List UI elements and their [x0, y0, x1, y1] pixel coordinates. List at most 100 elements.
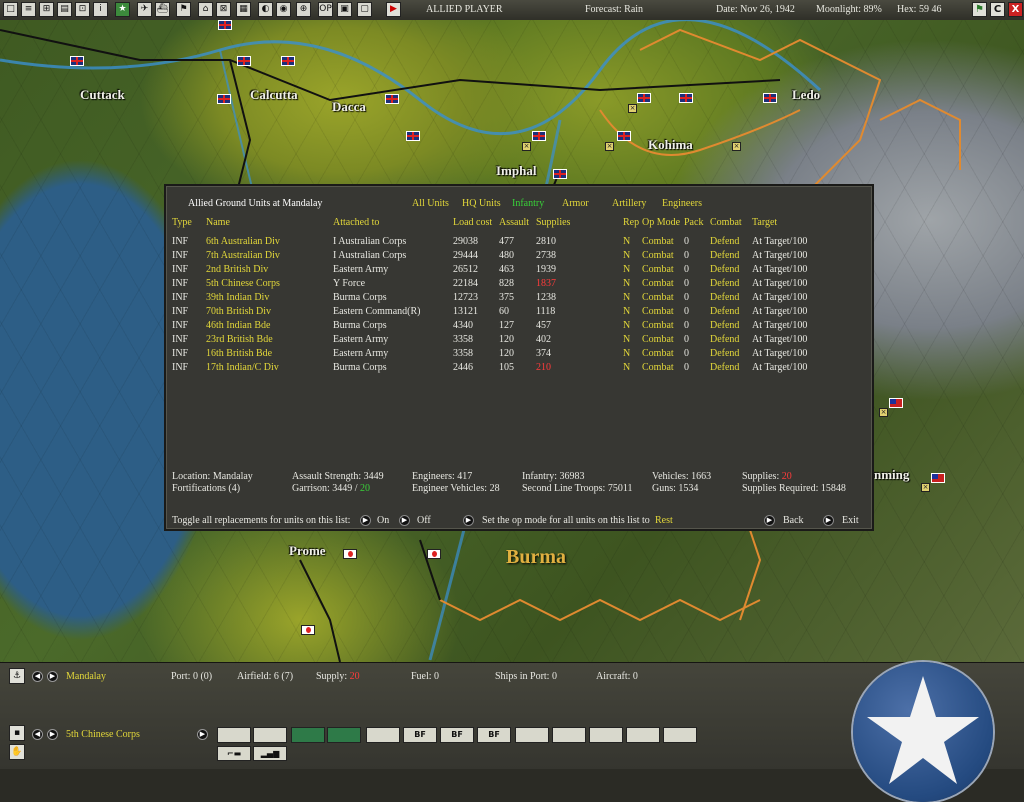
cell-op[interactable]: Combat: [642, 320, 674, 331]
table-row[interactable]: INF 16th British Bde Eastern Army 3358 120 37…: [166, 348, 872, 362]
uk-unit-icon[interactable]: [237, 56, 251, 66]
zoom-icon[interactable]: ⊕: [296, 2, 311, 17]
back-button[interactable]: Back: [783, 515, 804, 526]
cell-op[interactable]: Combat: [642, 348, 674, 359]
cell-combat[interactable]: Defend: [710, 236, 739, 247]
col-op-mode[interactable]: Op Mode: [642, 217, 680, 228]
unit-type-infantry-alt-button[interactable]: [327, 727, 361, 743]
window-icon[interactable]: ▢: [357, 2, 372, 17]
cell-op[interactable]: Combat: [642, 334, 674, 345]
cell-combat[interactable]: Defend: [710, 250, 739, 261]
table-row[interactable]: INF 5th Chinese Corps Y Force 22184 828 1837 N…: [166, 278, 872, 292]
chinese-unit-icon[interactable]: [889, 398, 903, 408]
unit-list-arrow-icon[interactable]: ▶: [197, 729, 208, 740]
japanese-unit-icon[interactable]: [301, 625, 315, 635]
base-marker-icon[interactable]: ×: [879, 408, 888, 417]
chinese-unit-icon[interactable]: [931, 473, 945, 483]
cell-name[interactable]: 6th Australian Div: [206, 236, 280, 247]
cell-combat[interactable]: Defend: [710, 278, 739, 289]
cell-combat[interactable]: Defend: [710, 264, 739, 275]
japanese-unit-icon[interactable]: [343, 549, 357, 559]
hand-icon[interactable]: ✋: [9, 744, 25, 760]
uk-unit-icon[interactable]: [217, 94, 231, 104]
map-toggle-icon[interactable]: □: [3, 2, 18, 17]
cell-rep[interactable]: N: [623, 264, 630, 275]
cell-op[interactable]: Combat: [642, 362, 674, 373]
bar-graph-icon[interactable]: ▂▄▆: [253, 746, 287, 761]
table-row[interactable]: INF 2nd British Div Eastern Army 26512 463 19…: [166, 264, 872, 278]
back-arrow-icon[interactable]: ▶: [764, 515, 775, 526]
next-unit-arrow-icon[interactable]: ▶: [47, 729, 58, 740]
base-marker-icon[interactable]: ×: [605, 142, 614, 151]
cell-op[interactable]: Combat: [642, 264, 674, 275]
unit-type-artillery-button[interactable]: [253, 727, 287, 743]
unit-icon[interactable]: ⊠: [216, 2, 231, 17]
uk-unit-icon[interactable]: [385, 94, 399, 104]
cell-op[interactable]: Combat: [642, 292, 674, 303]
opmode-value[interactable]: Rest: [655, 515, 673, 526]
uk-unit-icon[interactable]: [532, 131, 546, 141]
unit-type-support-button[interactable]: [589, 727, 623, 743]
unit-type-base-force-button-3[interactable]: BF: [477, 727, 511, 743]
uk-unit-icon[interactable]: [637, 93, 651, 103]
cell-op[interactable]: Combat: [642, 250, 674, 261]
selected-unit-name[interactable]: 5th Chinese Corps: [66, 729, 140, 740]
cell-name[interactable]: 70th British Div: [206, 306, 271, 317]
ship-icon[interactable]: ⛴: [155, 2, 170, 17]
anchor-icon[interactable]: ⚓: [9, 668, 25, 684]
col-rep[interactable]: Rep: [623, 217, 639, 228]
base-marker-icon[interactable]: ×: [628, 104, 637, 113]
flag-toggle-icon[interactable]: ⚑: [972, 2, 987, 17]
supply-icon[interactable]: ▦: [236, 2, 251, 17]
uk-unit-icon[interactable]: [70, 56, 84, 66]
col-load-cost[interactable]: Load cost: [453, 217, 492, 228]
cell-combat[interactable]: Defend: [710, 362, 739, 373]
base-icon[interactable]: ⌂: [198, 2, 213, 17]
cell-rep[interactable]: N: [623, 334, 630, 345]
cell-name[interactable]: 2nd British Div: [206, 264, 268, 275]
cell-op[interactable]: Combat: [642, 236, 674, 247]
aa-gun-icon[interactable]: ⌐▬: [217, 746, 251, 761]
uk-unit-icon[interactable]: [218, 20, 232, 30]
replacements-off-arrow-icon[interactable]: ▶: [399, 515, 410, 526]
unit-type-hq-button[interactable]: [515, 727, 549, 743]
unit-type-base-force-button-2[interactable]: BF: [440, 727, 474, 743]
col-attached[interactable]: Attached to: [333, 217, 379, 228]
database-icon[interactable]: ⊡: [75, 2, 90, 17]
japanese-unit-icon[interactable]: [427, 549, 441, 559]
col-assault[interactable]: Assault: [499, 217, 529, 228]
uk-unit-icon[interactable]: [406, 131, 420, 141]
exit-button[interactable]: Exit: [842, 515, 859, 526]
intel-icon[interactable]: ⊞: [39, 2, 54, 17]
cell-rep[interactable]: N: [623, 306, 630, 317]
cell-name[interactable]: 23rd British Bde: [206, 334, 273, 345]
opmode-arrow-icon[interactable]: ▶: [463, 515, 474, 526]
info-icon[interactable]: ≡: [21, 2, 36, 17]
filter-artillery[interactable]: Artillery: [612, 198, 646, 209]
col-type[interactable]: Type: [172, 217, 192, 228]
cell-name[interactable]: 5th Chinese Corps: [206, 278, 280, 289]
unit-type-mech-button[interactable]: [626, 727, 660, 743]
globe-icon[interactable]: ◉: [276, 2, 291, 17]
base-marker-icon[interactable]: ×: [522, 142, 531, 151]
table-row[interactable]: INF 70th British Div Eastern Command(R) 131…: [166, 306, 872, 320]
cell-combat[interactable]: Defend: [710, 348, 739, 359]
cell-rep[interactable]: N: [623, 278, 630, 289]
cell-name[interactable]: 39th Indian Div: [206, 292, 269, 303]
col-target[interactable]: Target: [752, 217, 777, 228]
unit-type-other-button[interactable]: [663, 727, 697, 743]
col-combat[interactable]: Combat: [710, 217, 742, 228]
unit-type-base-force-button-1[interactable]: BF: [403, 727, 437, 743]
uk-unit-icon[interactable]: [763, 93, 777, 103]
cell-rep[interactable]: N: [623, 320, 630, 331]
center-button[interactable]: C: [990, 2, 1005, 17]
table-row[interactable]: INF 23rd British Bde Eastern Army 3358 120 40…: [166, 334, 872, 348]
cell-rep[interactable]: N: [623, 250, 630, 261]
replacements-on-arrow-icon[interactable]: ▶: [360, 515, 371, 526]
aircraft-icon[interactable]: ✈: [137, 2, 152, 17]
col-name[interactable]: Name: [206, 217, 230, 228]
cell-rep[interactable]: N: [623, 348, 630, 359]
prev-unit-arrow-icon[interactable]: ◀: [32, 729, 43, 740]
flag-icon[interactable]: ⚑: [176, 2, 191, 17]
cell-combat[interactable]: Defend: [710, 306, 739, 317]
